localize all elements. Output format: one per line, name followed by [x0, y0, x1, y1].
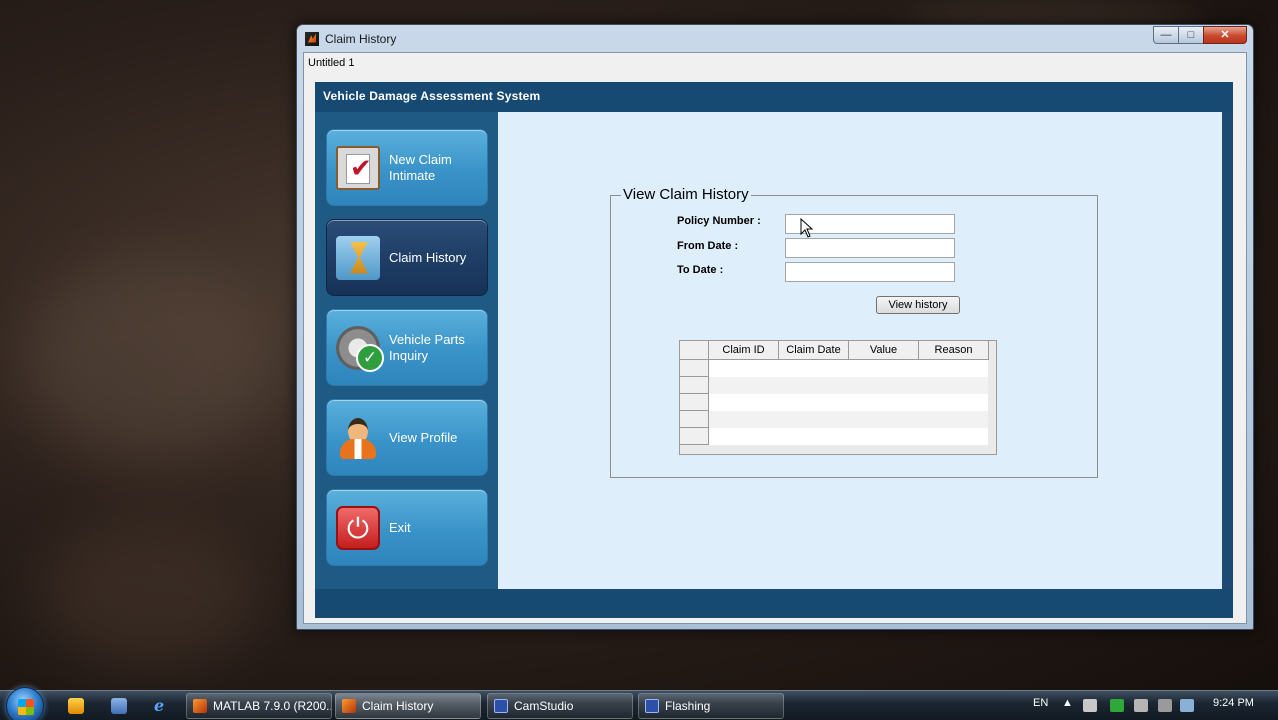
clock[interactable]: 9:24 PM [1213, 697, 1254, 709]
table-row[interactable] [709, 377, 988, 394]
start-button[interactable] [6, 687, 44, 720]
camstudio-icon [494, 699, 508, 713]
taskbar-item-flashing[interactable]: Flashing [638, 693, 784, 719]
nav-label: Claim History [389, 249, 467, 265]
column-header-reason[interactable]: Reason [919, 341, 989, 360]
taskbar-item-camstudio[interactable]: CamStudio [487, 693, 633, 719]
menu-item-untitled[interactable]: Untitled 1 [308, 57, 354, 69]
window-title: Claim History [325, 31, 397, 46]
table-header: Claim ID Claim Date Value Reason [680, 341, 989, 360]
claims-table[interactable]: Claim ID Claim Date Value Reason [679, 340, 997, 455]
nav-vehicle-parts-button[interactable]: Vehicle Parts Inquiry [326, 309, 488, 386]
column-header-value[interactable]: Value [849, 341, 919, 360]
row-header[interactable] [680, 377, 709, 394]
chevron-up-icon[interactable]: ▲ [1062, 697, 1073, 709]
column-header-claim-date[interactable]: Claim Date [779, 341, 849, 360]
from-date-input[interactable] [785, 238, 955, 258]
menu-bar: Untitled 1 [304, 53, 1246, 73]
internet-explorer-icon[interactable]: e [154, 698, 170, 714]
row-header[interactable] [680, 394, 709, 411]
title-bar[interactable]: Claim History [297, 25, 1253, 52]
power-icon [336, 505, 380, 550]
main-panel: Vehicle Damage Assessment System New Cla… [315, 82, 1233, 618]
header-bar: Vehicle Damage Assessment System [315, 82, 1233, 112]
row-header[interactable] [680, 411, 709, 428]
taskbar: e MATLAB 7.9.0 (R200... Claim History Ca… [0, 687, 1278, 720]
media-player-icon[interactable] [68, 698, 84, 714]
sidebar: New Claim Intimate Claim History Vehicle… [315, 112, 498, 590]
maximize-button[interactable]: □ [1178, 26, 1204, 44]
column-header-claim-id[interactable]: Claim ID [709, 341, 779, 360]
nav-label: Exit [389, 519, 411, 535]
from-date-label: From Date : [677, 240, 739, 252]
printer-icon[interactable] [1083, 699, 1097, 712]
network-icon[interactable] [1180, 699, 1194, 712]
gear-check-icon [336, 325, 384, 372]
safely-remove-icon[interactable] [1134, 699, 1148, 712]
user-icon [336, 416, 380, 460]
view-history-button[interactable]: View history [876, 296, 960, 314]
nav-label: Vehicle Parts Inquiry [389, 331, 465, 363]
to-date-label: To Date : [677, 264, 724, 276]
group-title: View Claim History [621, 186, 751, 203]
show-desktop-icon[interactable] [111, 698, 127, 714]
nav-label: New Claim Intimate [389, 151, 452, 183]
nav-view-profile-button[interactable]: View Profile [326, 399, 488, 476]
footer-bar [315, 589, 1233, 618]
language-indicator[interactable]: EN [1033, 697, 1048, 709]
task-label: Claim History [362, 699, 434, 713]
matlab-icon [305, 31, 319, 46]
task-label: CamStudio [514, 699, 574, 713]
nav-new-claim-button[interactable]: New Claim Intimate [326, 129, 488, 206]
task-label: MATLAB 7.9.0 (R200... [213, 699, 332, 713]
table-row[interactable] [709, 428, 988, 445]
claim-history-group: View Claim History Policy Number : From … [610, 186, 1098, 478]
volume-icon[interactable] [1158, 699, 1172, 712]
hourglass-icon [336, 235, 380, 280]
minimize-button[interactable]: — [1153, 26, 1179, 44]
matlab-icon [342, 699, 356, 713]
app-window: Claim History — □ ✕ Untitled 1 Vehicle D… [296, 24, 1254, 630]
nav-claim-history-button[interactable]: Claim History [326, 219, 488, 296]
content-area: View Claim History Policy Number : From … [498, 112, 1222, 589]
taskbar-item-matlab[interactable]: MATLAB 7.9.0 (R200... [186, 693, 332, 719]
matlab-icon [193, 699, 207, 713]
taskbar-item-claim-history[interactable]: Claim History [335, 693, 481, 719]
policy-number-label: Policy Number : [677, 215, 761, 227]
camstudio-icon [645, 699, 659, 713]
table-row[interactable] [709, 360, 988, 377]
nav-label: View Profile [389, 429, 458, 445]
nav-exit-button[interactable]: Exit [326, 489, 488, 566]
app-title: Vehicle Damage Assessment System [323, 89, 541, 103]
row-header[interactable] [680, 428, 709, 445]
clipboard-check-icon [336, 145, 380, 190]
to-date-input[interactable] [785, 262, 955, 282]
window-client: Untitled 1 Vehicle Damage Assessment Sys… [303, 52, 1247, 624]
green-app-icon[interactable] [1110, 699, 1124, 712]
row-header[interactable] [680, 360, 709, 377]
table-row[interactable] [709, 411, 988, 428]
table-corner-cell[interactable] [680, 341, 709, 360]
close-button[interactable]: ✕ [1203, 26, 1247, 44]
table-row[interactable] [709, 394, 988, 411]
task-label: Flashing [665, 699, 711, 713]
